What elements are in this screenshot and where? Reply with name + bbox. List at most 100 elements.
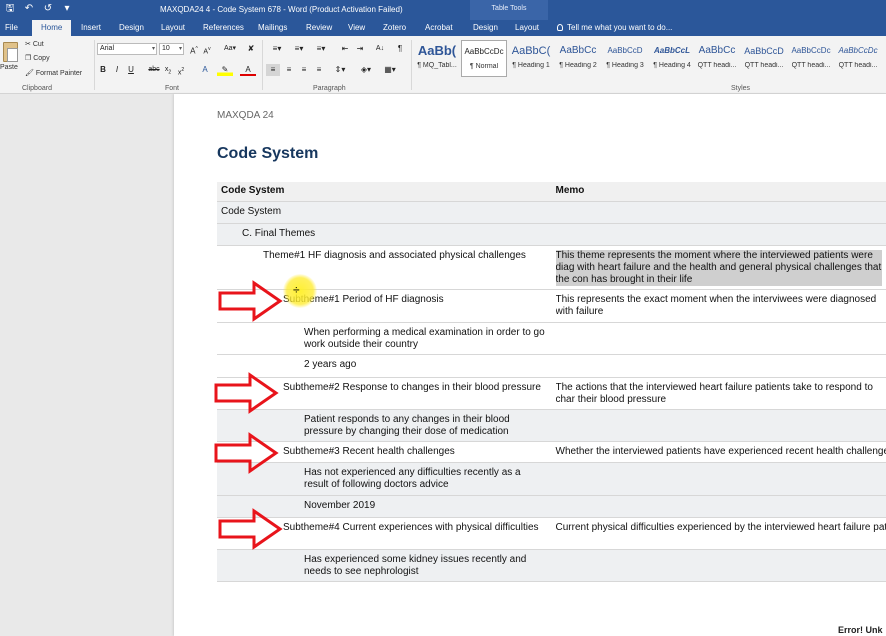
bullets-icon[interactable]: ≡▾ bbox=[268, 43, 286, 55]
font-size-combo[interactable]: 10 ▾ bbox=[159, 43, 184, 55]
memo-cell bbox=[551, 495, 886, 518]
style-sample: AaBb( bbox=[417, 43, 457, 58]
table-row[interactable]: Subtheme#3 Recent health challenges Whet… bbox=[217, 441, 886, 463]
table-row[interactable]: Has experienced some kidney issues recen… bbox=[217, 549, 886, 582]
bold-button[interactable]: B bbox=[97, 64, 109, 76]
tab-layout[interactable]: Layout bbox=[161, 20, 185, 36]
align-center-icon[interactable]: ≡ bbox=[282, 64, 296, 76]
sort-icon[interactable]: A↓ bbox=[373, 43, 387, 55]
font-name-combo[interactable]: Arial ▾ bbox=[97, 43, 157, 55]
table-row[interactable]: Subtheme#1 Period of HF diagnosis This r… bbox=[217, 289, 886, 323]
style-mq-table[interactable]: AaBb(¶ MQ_Tabl... bbox=[414, 40, 460, 77]
table-row[interactable]: When performing a medical examination in… bbox=[217, 322, 886, 355]
table-row[interactable]: Patient responds to any changes in their… bbox=[217, 409, 886, 442]
borders-icon[interactable]: ▦▾ bbox=[381, 64, 399, 76]
tab-insert[interactable]: Insert bbox=[81, 20, 101, 36]
font-color-icon[interactable]: A bbox=[240, 64, 256, 76]
style-name: ¶ Normal bbox=[469, 63, 499, 70]
memo-cell bbox=[551, 409, 886, 442]
style-qtt-heading[interactable]: AaBbCcDc QTT headi... bbox=[835, 40, 881, 77]
ribbon: Paste ✂ Cut ❐ Copy 🖌 Format Painter Clip… bbox=[0, 36, 886, 94]
decrease-indent-icon[interactable]: ⇤ bbox=[338, 43, 352, 55]
redo-icon[interactable]: ↺ bbox=[42, 3, 54, 15]
tell-me-box[interactable]: Tell me what you want to do... bbox=[557, 20, 672, 36]
tell-me-text: Tell me what you want to do... bbox=[567, 23, 673, 32]
memo-cell bbox=[551, 201, 886, 224]
chevron-down-icon: ▾ bbox=[178, 46, 182, 52]
shading-icon[interactable]: ◈▾ bbox=[357, 64, 375, 76]
style-normal[interactable]: AaBbCcDc ¶ Normal bbox=[461, 40, 507, 77]
style-sample: AaBbCc bbox=[698, 45, 736, 56]
memo-cell: The actions that the interviewed heart f… bbox=[551, 377, 886, 410]
tab-zotero[interactable]: Zotero bbox=[383, 20, 406, 36]
underline-button[interactable]: U bbox=[124, 64, 138, 76]
memo-cell bbox=[551, 462, 886, 496]
tab-mailings[interactable]: Mailings bbox=[258, 20, 287, 36]
cut-label: Cut bbox=[32, 41, 44, 48]
tab-references[interactable]: References bbox=[203, 20, 244, 36]
change-case-button[interactable]: Aa▾ bbox=[220, 43, 240, 55]
table-row[interactable]: 2 years ago bbox=[217, 354, 886, 378]
tab-acrobat[interactable]: Acrobat bbox=[425, 20, 453, 36]
customize-qat-icon[interactable]: ▾ bbox=[61, 3, 73, 15]
italic-button[interactable]: I bbox=[111, 64, 123, 76]
highlight-color-icon[interactable]: ✎ bbox=[217, 64, 233, 76]
style-name: QTT headi... bbox=[791, 62, 831, 69]
grow-font-button[interactable]: A^ bbox=[188, 43, 200, 56]
paragraph-group-label: Paragraph bbox=[313, 85, 346, 92]
paste-label[interactable]: Paste bbox=[0, 64, 18, 71]
style-qtt-heading[interactable]: AaBbCc QTT headi... bbox=[694, 40, 740, 77]
tab-design[interactable]: Design bbox=[119, 20, 144, 36]
table-row[interactable]: Subtheme#4 Current experiences with phys… bbox=[217, 517, 886, 550]
table-row[interactable]: Theme#1 HF diagnosis and associated phys… bbox=[217, 245, 886, 290]
style-sample: AaBbCc bbox=[559, 45, 597, 56]
header-memo: Memo bbox=[551, 182, 886, 202]
tab-home[interactable]: Home bbox=[32, 20, 72, 36]
subscript-button[interactable]: x2 bbox=[162, 64, 174, 76]
numbering-icon[interactable]: ≡▾ bbox=[290, 43, 308, 55]
style-qtt-heading[interactable]: AaBbCcDc QTT headi... bbox=[788, 40, 834, 77]
memo-cell: Whether the interviewed patients have ex… bbox=[551, 441, 886, 463]
increase-indent-icon[interactable]: ⇥ bbox=[353, 43, 367, 55]
tab-file[interactable]: File bbox=[5, 20, 18, 36]
tab-table-layout[interactable]: Layout bbox=[515, 20, 539, 36]
paste-icon[interactable] bbox=[3, 42, 18, 62]
memo-cell: This represents the exact moment when th… bbox=[551, 289, 886, 323]
style-sample: AaBbC( bbox=[511, 45, 551, 57]
cut-button[interactable]: ✂ Cut bbox=[25, 40, 44, 48]
align-right-icon[interactable]: ≡ bbox=[297, 64, 311, 76]
table-row[interactable]: C. Final Themes bbox=[217, 223, 886, 246]
undo-icon[interactable]: ↶ bbox=[23, 3, 35, 15]
justify-icon[interactable]: ≡ bbox=[312, 64, 326, 76]
align-left-icon[interactable]: ≡ bbox=[266, 64, 280, 76]
line-spacing-icon[interactable]: ⇕▾ bbox=[331, 64, 349, 76]
show-marks-icon[interactable]: ¶ bbox=[394, 43, 406, 55]
text-effects-icon[interactable]: A bbox=[197, 64, 213, 76]
tab-review[interactable]: Review bbox=[306, 20, 332, 36]
save-icon[interactable]: 🖫 bbox=[4, 3, 16, 15]
font-name-value: Arial bbox=[100, 45, 115, 52]
tab-view[interactable]: View bbox=[348, 20, 365, 36]
shrink-font-button[interactable]: Av bbox=[201, 43, 213, 55]
style-heading-1[interactable]: AaBbC(¶ Heading 1 bbox=[508, 40, 554, 77]
table-row[interactable]: Has not experienced any difficulties rec… bbox=[217, 462, 886, 496]
tab-table-design[interactable]: Design bbox=[473, 20, 498, 36]
clear-formatting-icon[interactable]: ✘ bbox=[245, 43, 257, 55]
copy-button[interactable]: ❐ Copy bbox=[25, 54, 50, 62]
table-row[interactable]: Subtheme#2 Response to changes in their … bbox=[217, 377, 886, 410]
code-system-table[interactable]: Code System Memo Code System C. Final Th… bbox=[217, 182, 886, 582]
style-heading-4[interactable]: AaBbCcL ¶ Heading 4 bbox=[649, 40, 695, 77]
style-heading-3[interactable]: AaBbCcD ¶ Heading 3 bbox=[602, 40, 648, 77]
superscript-button[interactable]: x2 bbox=[175, 64, 187, 76]
strikethrough-button[interactable]: abc bbox=[147, 64, 161, 76]
red-arrow-annotation bbox=[214, 372, 279, 414]
format-painter-label: Format Painter bbox=[35, 70, 83, 77]
multilevel-list-icon[interactable]: ≡▾ bbox=[312, 43, 330, 55]
style-heading-2[interactable]: AaBbCc ¶ Heading 2 bbox=[555, 40, 601, 77]
format-painter-button[interactable]: 🖌 Format Painter bbox=[25, 69, 82, 77]
style-sample: AaBbCcD bbox=[607, 46, 643, 55]
style-qtt-heading[interactable]: AaBbCcD QTT headi... bbox=[741, 40, 787, 77]
document-header-text: MAXQDA 24 bbox=[217, 110, 274, 121]
table-row[interactable]: November 2019 bbox=[217, 495, 886, 518]
table-row[interactable]: Code System bbox=[217, 201, 886, 224]
